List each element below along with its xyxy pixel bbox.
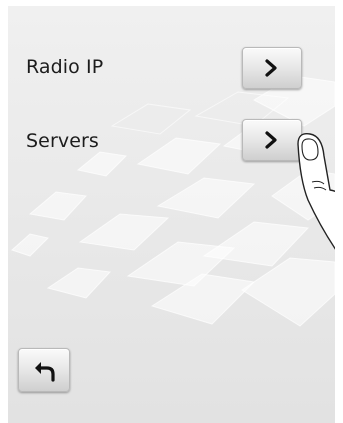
back-button[interactable] (18, 348, 70, 392)
back-arrow-icon (35, 362, 55, 382)
pointing-finger-icon (297, 133, 335, 250)
settings-screen: Radio IP Servers (8, 6, 335, 423)
chevron-right-icon (265, 59, 277, 77)
menu-item-radio-ip-label: Radio IP (26, 56, 104, 78)
chevron-right-icon (265, 131, 277, 149)
radio-ip-open-button[interactable] (242, 47, 302, 89)
menu-item-servers-label: Servers (26, 130, 99, 152)
